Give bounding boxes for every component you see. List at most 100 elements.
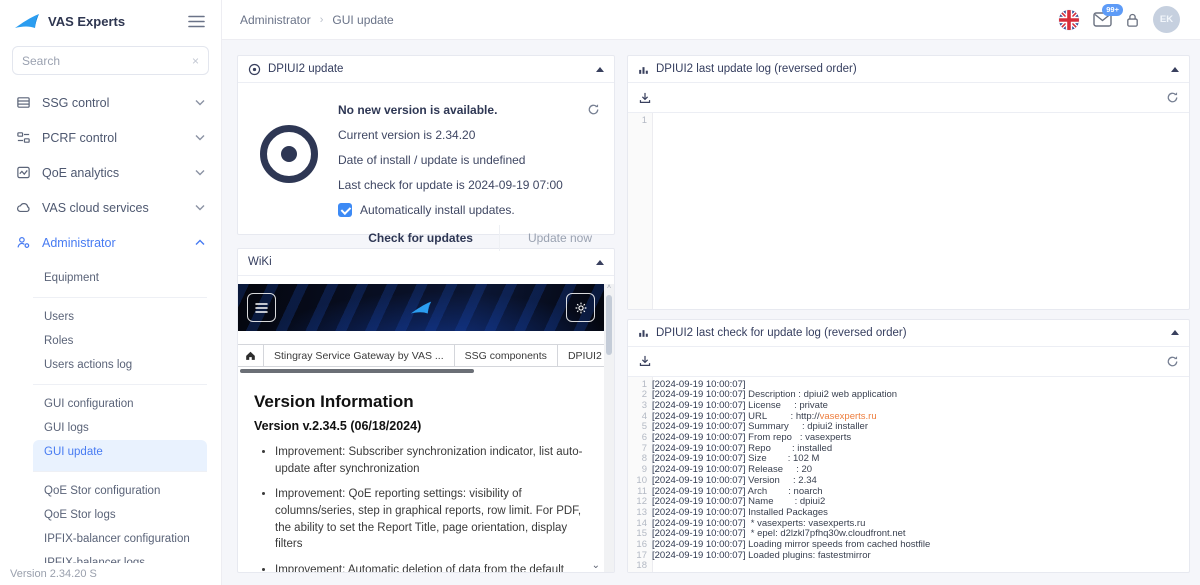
- breadcrumb-item-administrator[interactable]: Administrator: [240, 13, 311, 27]
- log-toolbar: [628, 347, 1189, 377]
- main-area: Administrator › GUI update: [222, 0, 1200, 585]
- messages-count-badge: 99+: [1102, 4, 1123, 16]
- download-log-button[interactable]: [638, 91, 652, 105]
- log-content[interactable]: 1: [628, 113, 1189, 309]
- search-clear-icon[interactable]: ×: [192, 55, 199, 67]
- collapse-panel-button[interactable]: [596, 260, 604, 265]
- wiki-scroll-down-chevron-icon[interactable]: ⌄: [592, 560, 600, 571]
- chart-icon: [638, 64, 649, 75]
- sidebar-item-ssg-control[interactable]: SSG control: [12, 85, 209, 120]
- sidebar-item-administrator[interactable]: Administrator: [12, 225, 209, 260]
- auto-update-row: Automatically install updates.: [338, 203, 600, 217]
- topbar: Administrator › GUI update: [222, 0, 1200, 40]
- sidebar-subitem[interactable]: IPFIX-balancer configuration: [33, 527, 207, 551]
- sidebar-item-pcrf-control[interactable]: PCRF control: [12, 120, 209, 155]
- collapse-panel-button[interactable]: [1171, 330, 1179, 335]
- home-icon: [245, 350, 256, 361]
- update-buttons-row: Check for updates Update now: [338, 225, 600, 251]
- administrator-icon: [16, 235, 31, 250]
- wiki-vertical-scrollbar-thumb[interactable]: [606, 295, 612, 355]
- wiki-horizontal-scrollbar-thumb[interactable]: [240, 369, 474, 373]
- sidebar-item-label: Administrator: [42, 236, 116, 250]
- chevron-down-icon: [195, 204, 205, 211]
- chevron-down-icon: [195, 99, 205, 106]
- admin-submenu: Equipment Users Roles Users actions log …: [0, 260, 221, 563]
- sidebar-subitem[interactable]: GUI configuration: [33, 392, 207, 416]
- refresh-log-button[interactable]: [1166, 355, 1179, 368]
- lock-button[interactable]: [1125, 12, 1140, 28]
- refresh-log-button[interactable]: [1166, 91, 1179, 104]
- wiki-improvement-item: Improvement: QoE reporting settings: vis…: [275, 486, 590, 553]
- panel-title: DPIUI2 last check for update log (revers…: [656, 327, 907, 339]
- sidebar-subitem[interactable]: IPFIX-balancer logs: [33, 551, 207, 563]
- chevron-down-icon: [195, 134, 205, 141]
- sidebar-item-label: VAS cloud services: [42, 201, 149, 215]
- last-check-text: Last check for update is 2024-09-19 07:0…: [338, 178, 600, 192]
- wiki-settings-gear-icon[interactable]: [566, 293, 595, 322]
- wiki-tab[interactable]: SSG components: [455, 345, 558, 366]
- wiki-tab[interactable]: DPIUI2 (GUI - Graphical User Inter...: [558, 345, 604, 366]
- sidebar-item-qoe-analytics[interactable]: QoE analytics: [12, 155, 209, 190]
- last-update-log-panel: DPIUI2 last update log (reversed order): [627, 55, 1190, 310]
- sidebar-toggle-hamburger-icon[interactable]: [188, 15, 205, 28]
- lock-icon: [1125, 12, 1140, 28]
- log-line: 18: [628, 561, 1189, 572]
- content: DPIUI2 update No new version is availabl…: [222, 40, 1200, 585]
- sidebar-subitem[interactable]: Roles: [33, 329, 207, 353]
- log-panel-header: DPIUI2 last update log (reversed order): [628, 56, 1189, 83]
- wiki-improvements-list: Improvement: Subscriber synchronization …: [254, 444, 590, 572]
- sidebar-menu: SSG control PCRF control QoE analytics: [0, 85, 221, 260]
- update-panel-body: No new version is available. Current ver…: [238, 83, 614, 259]
- sidebar-subitem[interactable]: Equipment: [33, 266, 207, 298]
- sidebar-subitem[interactable]: QoE Stor logs: [33, 503, 207, 527]
- refresh-update-status-button[interactable]: [587, 103, 600, 116]
- wiki-tab[interactable]: Stingray Service Gateway by VAS ...: [264, 345, 455, 366]
- panel-title: DPIUI2 update: [268, 63, 343, 75]
- wiki-improvement-item: Improvement: Automatic deletion of data …: [275, 562, 590, 572]
- sidebar-subitem[interactable]: Users: [33, 305, 207, 329]
- uk-flag-icon: [1058, 9, 1080, 31]
- chevron-up-icon: [195, 239, 205, 246]
- sidebar-subitem[interactable]: QoE Stor configuration: [33, 479, 207, 503]
- wiki-horizontal-scrollbar: [238, 369, 604, 374]
- sidebar-subitem[interactable]: GUI logs: [33, 416, 207, 440]
- topbar-icons: 99+ EK: [1058, 6, 1180, 33]
- wiki-banner: [238, 284, 604, 331]
- cloud-icon: [16, 200, 31, 215]
- log-content[interactable]: 1[2024-09-19 10:00:07] 2[2024-09-19 10:0…: [628, 377, 1189, 573]
- collapse-panel-button[interactable]: [596, 67, 604, 72]
- update-status-icon: [248, 63, 261, 76]
- sidebar-item-label: QoE analytics: [42, 166, 119, 180]
- user-avatar[interactable]: EK: [1153, 6, 1180, 33]
- sidebar-subitem[interactable]: GUI update: [33, 440, 207, 472]
- right-column: DPIUI2 last update log (reversed order): [627, 55, 1190, 573]
- wiki-home-tab[interactable]: [238, 345, 264, 366]
- sidebar-subitem[interactable]: Users actions log: [33, 353, 207, 385]
- wiki-article: Version Information Version v.2.34.5 (06…: [238, 374, 604, 572]
- update-panel-header: DPIUI2 update: [238, 56, 614, 83]
- brand-row: VAS Experts: [0, 0, 221, 42]
- update-status-text: No new version is available.: [338, 103, 600, 117]
- auto-update-label: Automatically install updates.: [360, 203, 515, 217]
- sidebar-item-vas-cloud-services[interactable]: VAS cloud services: [12, 190, 209, 225]
- scrollbar-up-arrow-icon[interactable]: ˄: [604, 284, 614, 291]
- wiki-vertical-scrollbar[interactable]: ˄: [604, 284, 614, 572]
- messages-button[interactable]: 99+: [1093, 12, 1112, 27]
- check-for-updates-button[interactable]: Check for updates: [358, 225, 483, 251]
- search-input[interactable]: [22, 54, 192, 68]
- auto-update-checkbox[interactable]: [338, 203, 352, 217]
- refresh-icon: [1166, 355, 1179, 368]
- collapse-panel-button[interactable]: [1171, 67, 1179, 72]
- language-flag-button[interactable]: [1058, 9, 1080, 31]
- app-version-label: Version 2.34.20 S: [0, 563, 221, 585]
- dpiui2-update-panel: DPIUI2 update No new version is availabl…: [237, 55, 615, 235]
- update-target-icon: [260, 125, 318, 183]
- wiki-menu-hamburger-icon[interactable]: [247, 293, 276, 322]
- sidebar-item-label: PCRF control: [42, 131, 117, 145]
- wiki-improvement-item: Improvement: Subscriber synchronization …: [275, 444, 590, 477]
- download-log-button[interactable]: [638, 354, 652, 368]
- chevron-down-icon: [195, 169, 205, 176]
- download-icon: [638, 91, 652, 105]
- current-version-text: Current version is 2.34.20: [338, 128, 600, 142]
- update-now-button[interactable]: Update now: [499, 225, 596, 251]
